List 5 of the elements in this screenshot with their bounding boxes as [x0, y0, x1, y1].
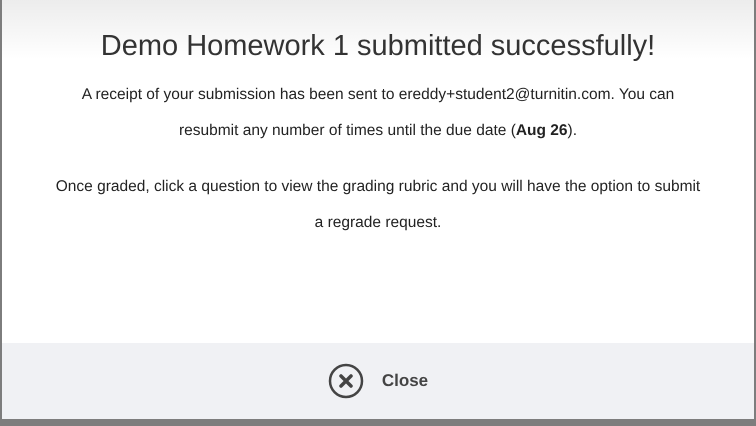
dialog-title: Demo Homework 1 submitted successfully!	[100, 30, 656, 63]
message-text: Once graded, click a question to view the grading rubric and you will have the option to submit a regrade request.	[54, 177, 702, 233]
message-text: A receipt of your submission has been sent to ereddy+student2@turnitin.com. You can resubmit any number of times until the due date (Aug 26).	[80, 85, 676, 141]
close-button[interactable]: Close	[324, 359, 432, 403]
close-icon	[328, 363, 364, 399]
